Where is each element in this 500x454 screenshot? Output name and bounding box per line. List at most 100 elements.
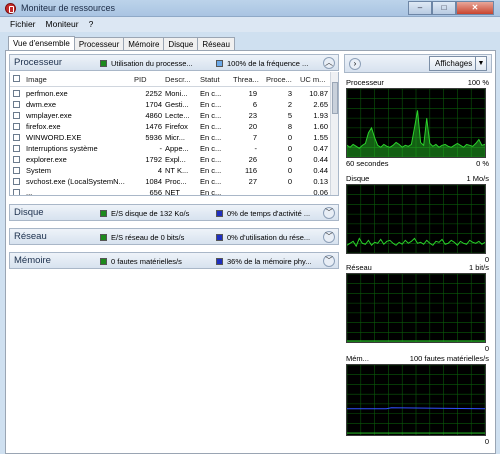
- row-checkbox[interactable]: [13, 112, 20, 119]
- disk-graph-block: Disque 1 Mo/s 0: [344, 172, 492, 266]
- sections-column: Processeur Utilisation du processe... 10…: [9, 54, 339, 450]
- cell-description: Moni...: [165, 89, 188, 98]
- blue-legend-icon: [216, 210, 223, 217]
- row-checkbox[interactable]: [13, 101, 20, 108]
- close-button[interactable]: ✕: [456, 1, 494, 15]
- window-controls: – □ ✕: [408, 1, 494, 15]
- views-dropdown[interactable]: Affichages ▼: [429, 56, 487, 71]
- processor-title: Processeur: [14, 57, 63, 68]
- processor-section-header[interactable]: Processeur Utilisation du processe... 10…: [9, 54, 339, 71]
- col-cpu-avg[interactable]: UC m...: [300, 75, 330, 84]
- table-row[interactable]: explorer.exe 1792 Expl... En c... 26 0 0.44: [10, 154, 332, 165]
- col-description[interactable]: Descr...: [165, 75, 195, 84]
- cell-image: wmplayer.exe: [26, 111, 72, 120]
- memory-graph-label: Mém...: [346, 354, 369, 363]
- col-processors[interactable]: Proce...: [266, 75, 296, 84]
- scrollbar-thumb[interactable]: [332, 82, 338, 114]
- row-checkbox[interactable]: [13, 145, 20, 152]
- tab-overview[interactable]: Vue d'ensemble: [8, 36, 75, 51]
- cell-pid: 4: [157, 166, 162, 175]
- disk-activity-stat: 0% de temps d'activité ...: [216, 209, 322, 218]
- table-row[interactable]: Interruptions système - Appe... En c... -0 0.…: [10, 143, 332, 154]
- table-row[interactable]: firefox.exe 1476 Firefox En c... 20 8 1.60: [10, 121, 332, 132]
- disk-section-header[interactable]: Disque E/S disque de 132 Ko/s 0% de temp…: [9, 204, 339, 221]
- row-checkbox[interactable]: [13, 156, 20, 163]
- cell-image: perfmon.exe: [26, 89, 68, 98]
- cell-cpu-avg: 2.65: [313, 100, 328, 109]
- memory-graph-block: Mém... 100 fautes matérielles/s 0: [344, 352, 492, 448]
- row-checkbox[interactable]: [13, 134, 20, 141]
- menu-moniteur[interactable]: Moniteur: [46, 17, 79, 32]
- disk-graph: [346, 184, 486, 254]
- graphs-header: › Affichages ▼: [344, 54, 492, 73]
- row-checkbox[interactable]: [13, 189, 20, 195]
- cell-processors: 0: [287, 144, 292, 153]
- processor-usage-stat: Utilisation du processe...: [100, 59, 208, 68]
- cell-description: Appe...: [165, 144, 189, 153]
- table-row[interactable]: svchost.exe (LocalSystemN... 1084 Proc... E…: [10, 176, 332, 187]
- menu-help[interactable]: ?: [89, 17, 94, 32]
- minimize-button[interactable]: –: [408, 1, 432, 15]
- row-checkbox[interactable]: [13, 123, 20, 130]
- tab-strip: Vue d'ensemble Processeur Mémoire Disque…: [8, 36, 235, 51]
- maximize-button[interactable]: □: [432, 1, 456, 15]
- menu-bar: Fichier Moniteur ?: [0, 17, 500, 32]
- cell-cpu-avg: 10.87: [309, 89, 328, 98]
- disk-graph-label: Disque: [346, 174, 370, 183]
- row-checkbox[interactable]: [13, 90, 20, 97]
- table-row[interactable]: System 4 NT K... En c... 116 0 0.44: [10, 165, 332, 176]
- cell-status: En c...: [200, 111, 222, 120]
- disk-title: Disque: [14, 207, 44, 218]
- expand-arrow-icon[interactable]: ›: [349, 58, 361, 70]
- network-graph-block: Réseau 1 bit/s 0: [344, 261, 492, 355]
- cell-description: NT K...: [165, 166, 189, 175]
- tab-network[interactable]: Réseau: [197, 37, 235, 51]
- table-row[interactable]: perfmon.exe 2252 Moni... En c... 19 3 10.87: [10, 88, 332, 99]
- network-io-stat: E/S réseau de 0 bits/s: [100, 233, 208, 242]
- select-all-checkbox[interactable]: [13, 75, 20, 82]
- table-row[interactable]: WINWORD.EXE 5936 Micr... En c... 7 0 1.55: [10, 132, 332, 143]
- col-threads[interactable]: Threa...: [233, 75, 263, 84]
- tab-disk[interactable]: Disque: [163, 37, 199, 51]
- col-pid[interactable]: PID: [134, 75, 162, 84]
- memory-graph: [346, 364, 486, 436]
- cell-threads: 27: [248, 177, 257, 186]
- cell-description: Firefox: [165, 122, 188, 131]
- cell-threads: 116: [245, 166, 257, 175]
- cell-description: Gesti...: [165, 100, 189, 109]
- table-scrollbar[interactable]: [330, 72, 338, 195]
- expand-chevron-icon[interactable]: ﹀: [323, 255, 335, 267]
- cell-cpu-avg: 0.06: [313, 188, 328, 196]
- row-checkbox[interactable]: [13, 167, 20, 174]
- graphs-column: › Affichages ▼ Processeur 100 % 60 secon…: [344, 54, 492, 450]
- network-graph-max: 1 bit/s: [468, 263, 489, 272]
- expand-chevron-icon[interactable]: ﹀: [323, 231, 335, 243]
- table-row[interactable]: wmplayer.exe 4860 Lecte... En c... 23 5 1.93: [10, 110, 332, 121]
- process-table: Image PID Descr... Statut Threa... Proce…: [9, 72, 339, 196]
- col-status[interactable]: Statut: [200, 75, 232, 84]
- tab-processor[interactable]: Processeur: [73, 37, 125, 51]
- network-title: Réseau: [14, 231, 47, 242]
- cell-pid: 656: [149, 188, 162, 196]
- tab-memory[interactable]: Mémoire: [123, 37, 165, 51]
- cell-cpu-avg: 0.44: [313, 166, 328, 175]
- collapse-chevron-icon[interactable]: ︿: [323, 57, 335, 69]
- expand-chevron-icon[interactable]: ﹀: [323, 207, 335, 219]
- menu-fichier[interactable]: Fichier: [10, 17, 36, 32]
- table-row[interactable]: ... 656 NET En c... 0.06: [10, 187, 332, 196]
- cell-image: ...: [26, 188, 33, 196]
- cell-cpu-avg: 1.55: [313, 133, 328, 142]
- cell-processors: 5: [287, 111, 292, 120]
- row-checkbox[interactable]: [13, 178, 20, 185]
- green-legend-icon: [100, 258, 107, 265]
- cell-pid: 5936: [145, 133, 162, 142]
- dropdown-arrow-icon: ▼: [475, 57, 486, 70]
- table-row[interactable]: dwm.exe 1704 Gesti... En c... 6 2 2.65: [10, 99, 332, 110]
- col-image[interactable]: Image: [26, 75, 126, 84]
- cell-pid: 1792: [145, 155, 162, 164]
- memory-section-header[interactable]: Mémoire 0 fautes matérielles/s 36% de la…: [9, 252, 339, 269]
- cell-cpu-avg: 0.47: [313, 144, 328, 153]
- cell-status: En c...: [200, 100, 222, 109]
- cell-processors: 0: [287, 155, 292, 164]
- network-section-header[interactable]: Réseau E/S réseau de 0 bits/s 0% d'utili…: [9, 228, 339, 245]
